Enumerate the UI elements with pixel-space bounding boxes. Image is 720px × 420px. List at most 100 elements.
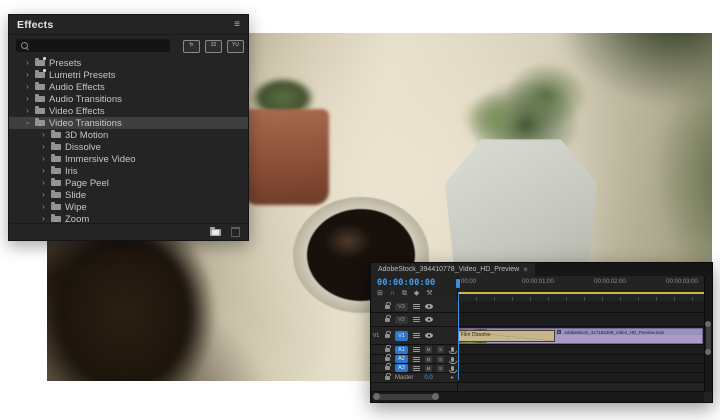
work-area-bar[interactable] [458,292,704,294]
track-target-v2[interactable]: V2 [395,316,408,324]
tree-item-audio-effects[interactable]: › Audio Effects [9,81,248,93]
track-header-a2: A2 M S [371,355,458,364]
audio-track-lane-a3[interactable] [458,364,704,373]
time-ruler[interactable]: 00:00 00:00:01:00 00:00:02:00 00:00:03:0… [458,276,704,302]
track-target-a2[interactable]: A2 [395,355,408,363]
playhead-timecode[interactable]: 00:00:00:00 [377,278,436,288]
tree-item-presets[interactable]: › Presets [9,57,248,69]
horizontal-scrollbar[interactable] [371,391,704,402]
chevron-right-icon[interactable]: › [39,179,48,187]
chevron-right-icon[interactable]: › [23,107,32,115]
track-output-eye-icon[interactable] [425,333,433,338]
vertical-scrollbar-thumb[interactable] [706,324,711,352]
chevron-right-icon[interactable]: › [23,59,32,67]
close-icon[interactable]: × [523,265,528,274]
sync-lock-icon[interactable] [413,366,420,371]
tree-item-label: Audio Effects [49,82,105,93]
new-custom-bin-icon[interactable] [210,229,221,236]
master-keyframe-icon[interactable]: ▸ [451,374,454,381]
chevron-right-icon[interactable]: › [39,143,48,151]
insert-overwrite-nest-icon[interactable]: ⊞ [377,290,383,298]
video-track-lane-v2[interactable] [458,313,704,327]
chevron-right-icon[interactable]: › [23,71,32,79]
tree-item-iris[interactable]: › Iris [9,165,248,177]
tree-item-page-peel[interactable]: › Page Peel [9,177,248,189]
voiceover-record-icon[interactable] [451,366,454,371]
chevron-right-icon[interactable]: › [39,155,48,163]
source-patch-v1[interactable]: V1 [373,333,379,339]
chevron-right-icon[interactable]: › [39,215,48,223]
mute-button[interactable]: M [425,346,432,353]
chevron-right-icon[interactable]: › [39,203,48,211]
tree-item-dissolve[interactable]: › Dissolve [9,141,248,153]
track-header-a1: A1 M S [371,345,458,355]
track-lock-icon[interactable] [385,376,390,380]
track-lock-icon[interactable] [385,366,390,370]
timeline-panel: AdobeStock_394410778_Video_HD_Preview × … [370,262,713,403]
chevron-down-icon[interactable]: › [24,119,32,128]
solo-button[interactable]: S [437,356,444,363]
track-header-master: Master 0.0 ▸ [371,373,458,383]
chevron-right-icon[interactable]: › [39,131,48,139]
track-target-a3[interactable]: A3 [395,364,408,372]
chevron-right-icon[interactable]: › [39,167,48,175]
master-level-value[interactable]: 0.0 [424,375,432,381]
vertical-scrollbar[interactable] [704,276,712,392]
horizontal-scrollbar-thumb[interactable] [376,394,436,400]
sync-lock-icon[interactable] [413,333,420,338]
tree-item-label: Slide [65,190,86,201]
voiceover-record-icon[interactable] [451,357,454,362]
tree-item-3d-motion[interactable]: › 3D Motion [9,129,248,141]
playhead-line[interactable] [458,292,459,380]
effects-search-input[interactable] [16,39,170,52]
video-track-lane-v3[interactable] [458,301,704,313]
chevron-right-icon[interactable]: › [39,191,48,199]
tree-item-video-transitions[interactable]: › Video Transitions [9,117,248,129]
mute-button[interactable]: M [425,356,432,363]
snap-icon[interactable]: ∩ [390,290,395,298]
tree-item-audio-transitions[interactable]: › Audio Transitions [9,93,248,105]
voiceover-record-icon[interactable] [451,347,454,352]
sync-lock-icon[interactable] [413,304,420,309]
add-marker-icon[interactable]: ◆ [414,290,419,298]
tree-item-video-effects[interactable]: › Video Effects [9,105,248,117]
master-track-lane[interactable] [458,373,704,383]
timeline-tab[interactable]: AdobeStock_394410778_Video_HD_Preview × [371,263,535,276]
track-target-v1[interactable]: V1 [395,331,408,341]
solo-button[interactable]: S [437,365,444,372]
32-bit-color-badge[interactable]: 32 [205,40,222,53]
chevron-right-icon[interactable]: › [23,83,32,91]
sync-lock-icon[interactable] [413,357,420,362]
yuv-effects-badge[interactable]: YU [227,40,244,53]
track-target-a1[interactable]: A1 [395,346,408,354]
folder-icon [51,192,61,198]
solo-button[interactable]: S [437,346,444,353]
accelerated-effects-badge[interactable]: fx [183,40,200,53]
track-lock-icon[interactable] [385,334,390,338]
audio-track-lane-a1[interactable] [458,345,704,355]
track-lock-icon[interactable] [385,348,390,352]
delete-custom-item-icon[interactable] [231,227,240,237]
chevron-right-icon[interactable]: › [23,95,32,103]
tree-item-lumetri-presets[interactable]: › Lumetri Presets [9,69,248,81]
playhead-handle[interactable] [456,279,460,288]
linked-selection-icon[interactable]: ⧉ [402,290,407,298]
track-output-eye-icon[interactable] [425,317,433,322]
audio-track-lane-a2[interactable] [458,355,704,364]
tree-item-immersive-video[interactable]: › Immersive Video [9,153,248,165]
mute-button[interactable]: M [425,365,432,372]
tree-item-slide[interactable]: › Slide [9,189,248,201]
sync-lock-icon[interactable] [413,317,420,322]
tree-item-wipe[interactable]: › Wipe [9,201,248,213]
track-target-v3[interactable]: V3 [395,303,408,311]
timeline-display-settings-icon[interactable]: ⚒ [426,290,432,298]
track-lock-icon[interactable] [385,318,390,322]
ruler-label: 00:00:01:00 [522,279,554,285]
panel-menu-icon[interactable]: ≡ [234,19,240,30]
sync-lock-icon[interactable] [413,347,420,352]
track-output-eye-icon[interactable] [425,304,433,309]
track-lock-icon[interactable] [385,305,390,309]
folder-icon [51,156,61,162]
track-lock-icon[interactable] [385,357,390,361]
transition-clip[interactable]: Film Dissolve [458,330,555,342]
